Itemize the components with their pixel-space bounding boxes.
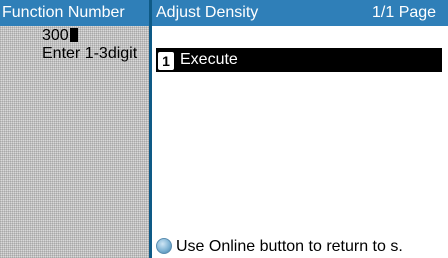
menu-title: Adjust Density <box>156 4 259 21</box>
online-button-icon <box>156 238 172 254</box>
page-indicator: 1/1 Page <box>372 4 437 21</box>
function-number-hint: Enter 1-3digit <box>42 45 138 62</box>
menu-item-label: Execute <box>180 51 238 68</box>
status-message: Use Online button to return to s. <box>176 238 403 255</box>
menu-header: Adjust Density 1/1 Page <box>152 0 448 26</box>
printer-control-panel-screen: Function Number 300 Enter 1-3digit Adjus… <box>0 0 448 258</box>
menu-panel: Adjust Density 1/1 Page 1 Execute Use Onl… <box>152 0 448 258</box>
status-message-bar: Use Online button to return to s. <box>156 236 448 258</box>
function-number-panel: Function Number 300 Enter 1-3digit <box>0 0 152 258</box>
function-number-value: 300 <box>42 27 69 44</box>
menu-item-execute[interactable]: 1 Execute <box>156 48 442 72</box>
text-cursor-icon <box>69 28 78 42</box>
function-number-input[interactable]: 300 <box>42 27 78 45</box>
function-number-header: Function Number <box>0 0 149 26</box>
item-number-badge: 1 <box>158 52 174 70</box>
